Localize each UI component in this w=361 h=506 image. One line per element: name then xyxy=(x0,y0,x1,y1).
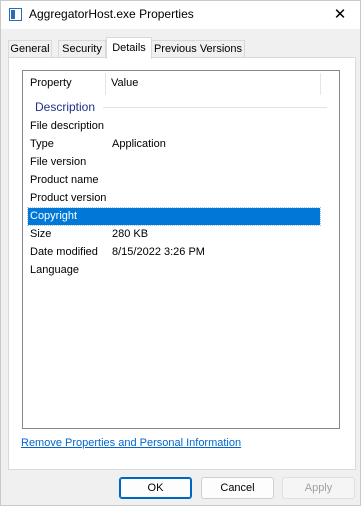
list-header: Property Value xyxy=(23,71,339,95)
list-item-selected[interactable]: Copyright xyxy=(27,207,321,226)
window-title: AggregatorHost.exe Properties xyxy=(29,7,194,21)
property-name: File version xyxy=(30,156,87,168)
list-item[interactable]: Product version xyxy=(28,190,320,207)
tab-security[interactable]: Security xyxy=(58,40,106,58)
column-separator[interactable] xyxy=(105,73,106,95)
tab-details[interactable]: Details xyxy=(106,37,152,59)
group-header-description[interactable]: Description xyxy=(23,98,339,116)
property-name: File description xyxy=(30,120,104,132)
ok-button[interactable]: OK xyxy=(119,477,192,499)
properties-dialog: AggregatorHost.exe Properties ✕ General … xyxy=(0,0,361,506)
property-name: Language xyxy=(30,264,79,276)
property-value: 8/15/2022 3:26 PM xyxy=(112,246,205,258)
column-separator[interactable] xyxy=(320,73,321,95)
column-header-value[interactable]: Value xyxy=(111,71,138,95)
details-list[interactable]: Property Value Description File descript… xyxy=(22,70,340,429)
group-divider xyxy=(103,107,327,108)
list-item[interactable]: Type Application xyxy=(28,136,320,153)
list-item[interactable]: Language xyxy=(28,262,320,279)
list-item[interactable]: Size 280 KB xyxy=(28,226,320,243)
property-name: Copyright xyxy=(30,210,78,222)
apply-button[interactable]: Apply xyxy=(282,477,355,499)
tab-general[interactable]: General xyxy=(8,40,52,58)
close-button[interactable]: ✕ xyxy=(320,1,360,29)
group-label: Description xyxy=(35,100,96,114)
remove-properties-link[interactable]: Remove Properties and Personal Informati… xyxy=(21,437,241,449)
title-bar[interactable]: AggregatorHost.exe Properties ✕ xyxy=(1,1,360,29)
tab-previous-versions[interactable]: Previous Versions xyxy=(151,40,245,58)
property-name: Product name xyxy=(30,174,99,186)
window-properties-icon xyxy=(9,8,22,21)
details-panel: Property Value Description File descript… xyxy=(8,57,356,470)
property-name: Type xyxy=(30,138,54,150)
property-name: Date modified xyxy=(30,246,98,258)
list-item[interactable]: File description xyxy=(28,118,320,135)
cancel-button[interactable]: Cancel xyxy=(201,477,274,499)
list-item[interactable]: Date modified 8/15/2022 3:26 PM xyxy=(28,244,320,261)
property-name: Size xyxy=(30,228,52,240)
property-name: Product version xyxy=(30,192,107,204)
list-item[interactable]: Product name xyxy=(28,172,320,189)
property-value: Application xyxy=(112,138,166,150)
property-value: 280 KB xyxy=(112,228,149,240)
column-header-property[interactable]: Property xyxy=(30,71,72,95)
list-item[interactable]: File version xyxy=(28,154,320,171)
